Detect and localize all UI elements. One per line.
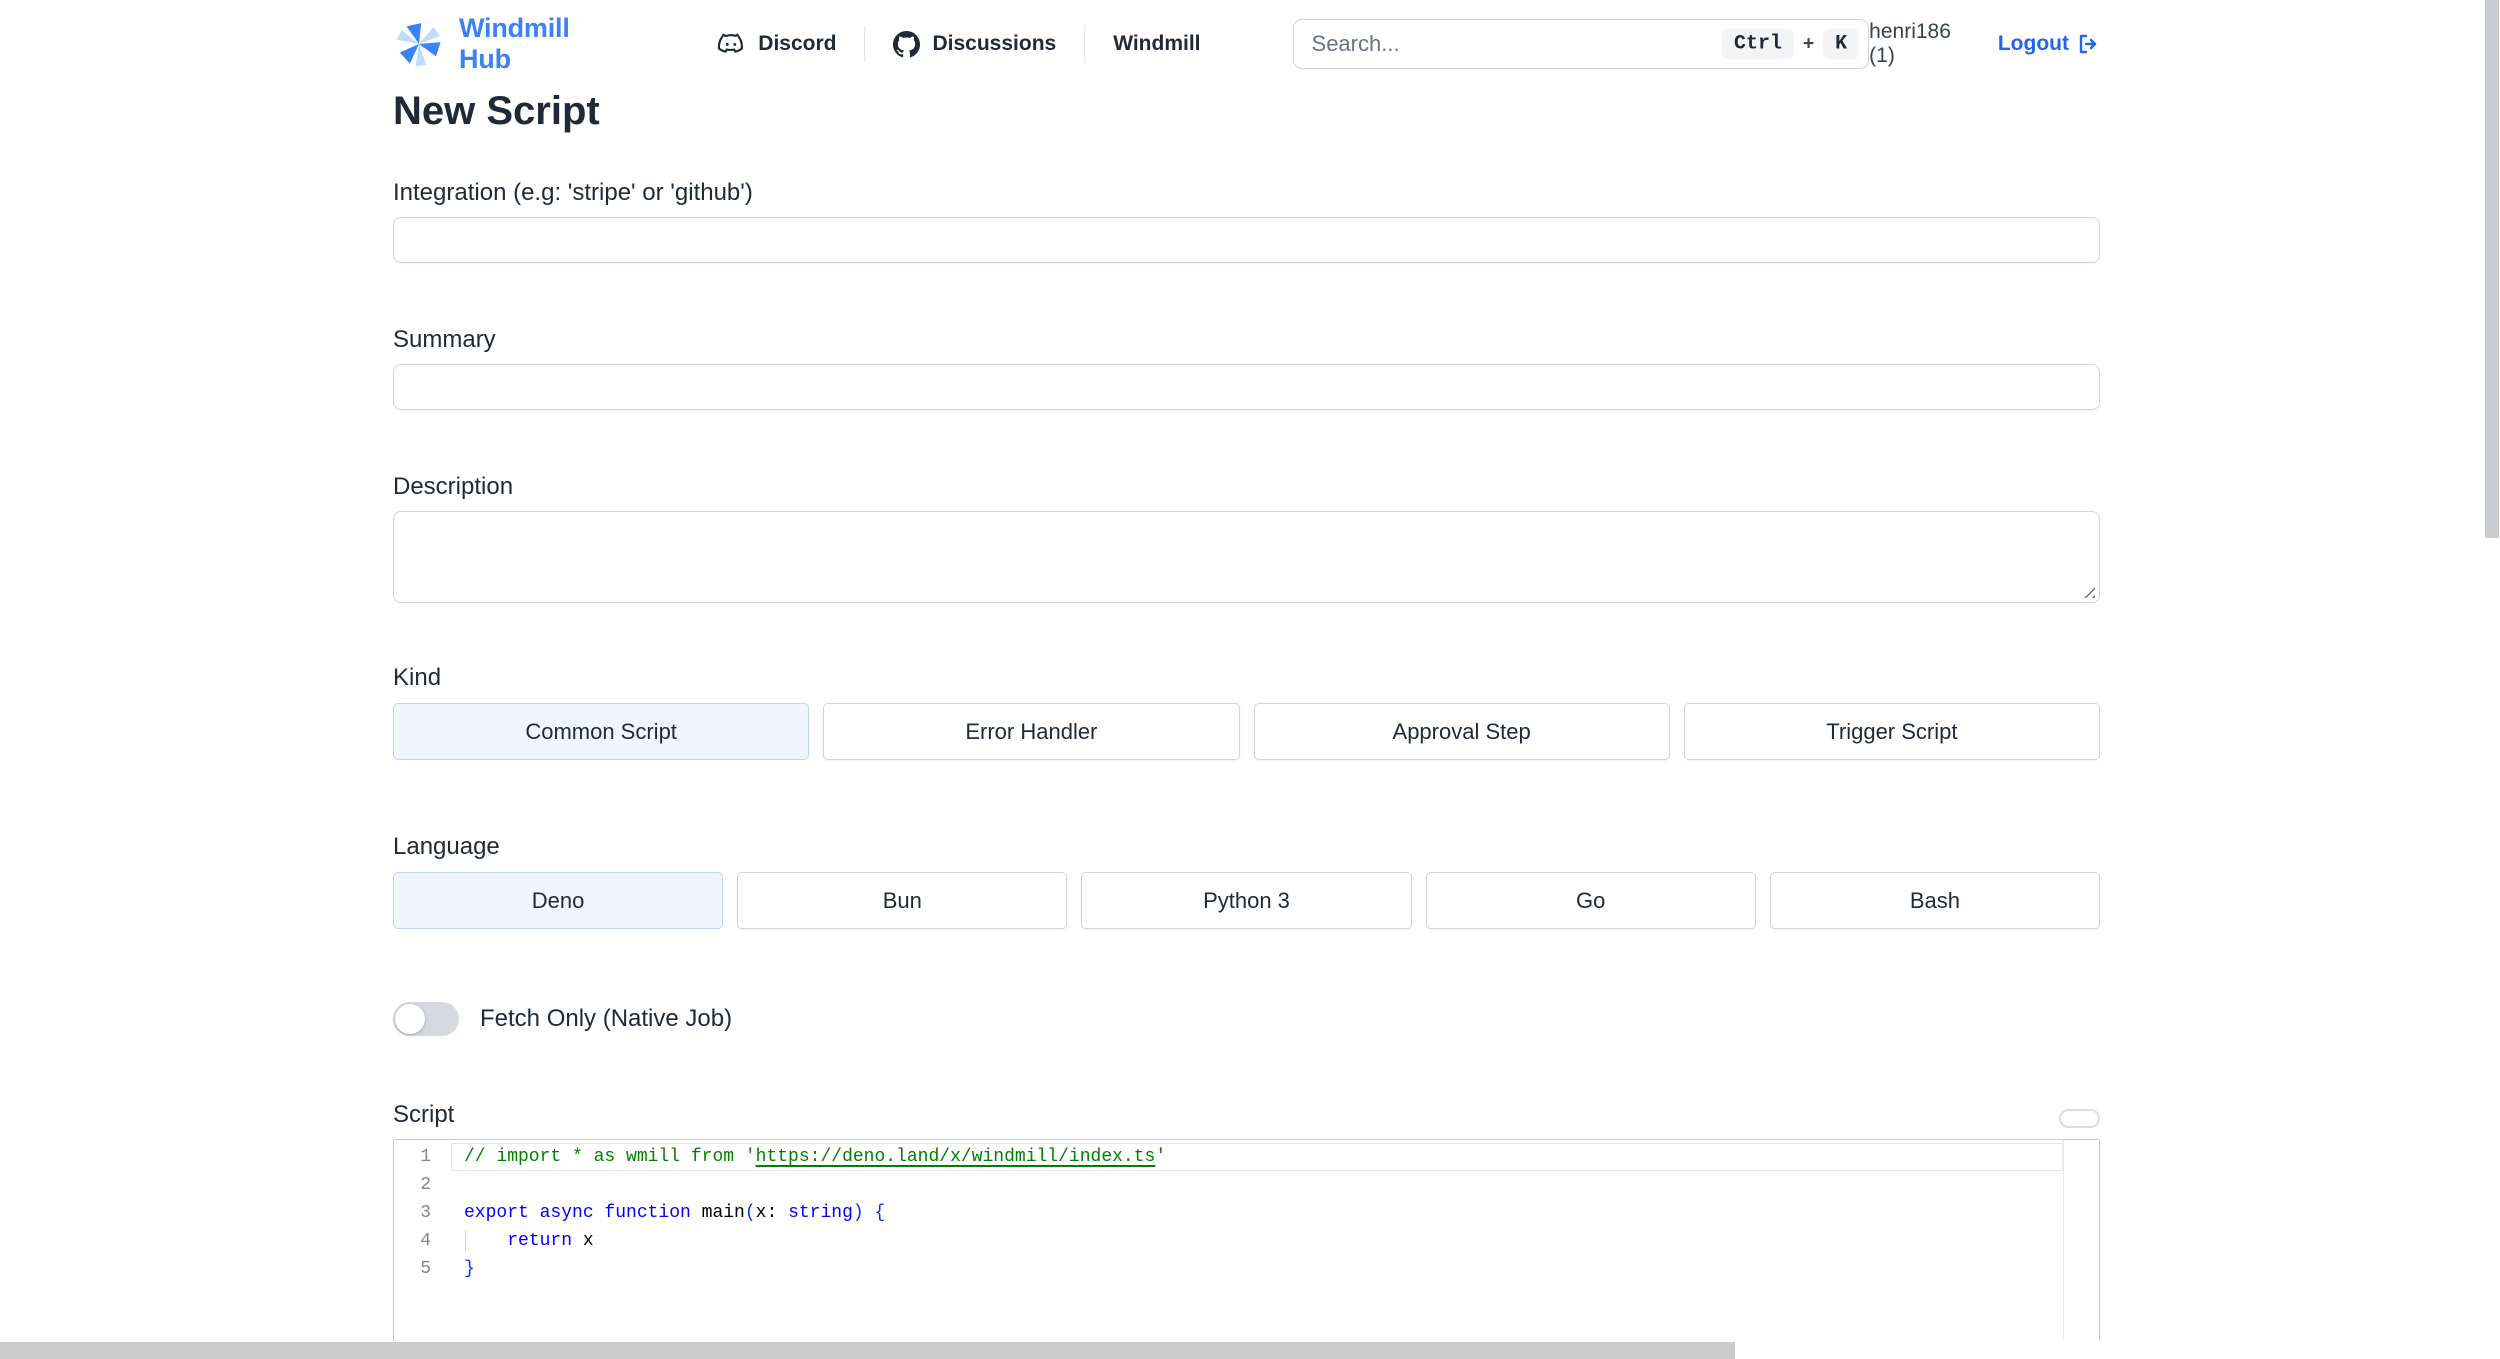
kind-option-trigger-script[interactable]: Trigger Script (1683, 703, 2100, 760)
kind-option-common-script[interactable]: Common Script (393, 703, 810, 760)
kbd-ctrl: Ctrl (1722, 28, 1795, 60)
summary-input[interactable] (393, 364, 2100, 410)
code-line[interactable]: 5} (394, 1255, 2099, 1283)
page-title: New Script (393, 89, 600, 133)
script-label: Script (393, 1101, 455, 1128)
code-line[interactable]: 3 export async function main(x: string) { (394, 1199, 2099, 1227)
nav-item-discussions[interactable]: Discussions (893, 30, 1057, 58)
header: Windmill Hub Discord Discussions Windmill … (393, 0, 2100, 88)
windmill-logo-icon (393, 18, 445, 70)
nav-item-label: Discord (758, 32, 837, 55)
kind-label: Kind (393, 664, 442, 691)
page-horizontal-scrollbar[interactable] (0, 1341, 2484, 1359)
language-option-deno[interactable]: Deno (393, 872, 724, 929)
brand-title: Windmill Hub (459, 13, 570, 74)
script-row: Script (393, 1100, 2100, 1130)
discord-icon (716, 29, 746, 59)
brand[interactable]: Windmill Hub (393, 13, 628, 75)
toggle-knob-icon (395, 1004, 425, 1034)
line-number: 2 (420, 1175, 431, 1195)
nav-item-windmill[interactable]: Windmill (1113, 32, 1200, 56)
nav-divider (864, 26, 866, 62)
code-text: export async function main(x: string) { (464, 1203, 886, 1223)
language-label: Language (393, 833, 500, 860)
code-text: return x (464, 1227, 2099, 1255)
kbd-k: K (1823, 28, 1860, 60)
line-number: 5 (420, 1259, 431, 1279)
logout-icon (2076, 32, 2100, 56)
nav-item-label: Discussions (932, 32, 1057, 55)
kind-options: Common Script Error Handler Approval Step T… (393, 703, 2100, 760)
language-option-go[interactable]: Go (1425, 872, 1756, 929)
code-text: } (464, 1259, 475, 1279)
fetch-only-toggle[interactable] (393, 1002, 459, 1036)
integration-label: Integration (e.g: 'stripe' or 'github') (393, 179, 753, 206)
language-option-bash[interactable]: Bash (1769, 872, 2100, 929)
nav-divider (1084, 26, 1086, 62)
username: henri186 (1) (1869, 20, 1951, 67)
logout-link[interactable]: Logout (1998, 32, 2100, 56)
line-number: 3 (420, 1203, 431, 1223)
search-shortcut: Ctrl + K (1722, 28, 1860, 60)
fetch-only-label: Fetch Only (Native Job) (480, 1005, 733, 1032)
editor-options-pill[interactable] (2059, 1109, 2100, 1128)
description-label: Description (393, 473, 514, 500)
code-line[interactable]: 1 // import * as wmill from 'https://deno… (394, 1143, 2099, 1171)
language-option-python-3[interactable]: Python 3 (1081, 872, 1412, 929)
language-option-bun[interactable]: Bun (737, 872, 1068, 929)
fetch-only-row: Fetch Only (Native Job) (393, 1002, 2100, 1036)
description-textarea[interactable] (393, 511, 2100, 603)
user-area: henri186 (1) Logout (1869, 20, 2100, 68)
kind-option-error-handler[interactable]: Error Handler (823, 703, 1240, 760)
line-number: 4 (420, 1231, 431, 1251)
page-vertical-scrollbar[interactable] (2484, 0, 2500, 1359)
summary-label: Summary (393, 326, 496, 353)
kind-option-approval-step[interactable]: Approval Step (1253, 703, 1670, 760)
code-line[interactable]: 2 (394, 1171, 2099, 1199)
vertical-scrollbar-thumb[interactable] (2485, 0, 2499, 538)
line-number: 1 (420, 1147, 431, 1167)
code-editor[interactable]: 1 // import * as wmill from 'https://deno… (393, 1139, 2100, 1359)
horizontal-scrollbar-thumb[interactable] (0, 1342, 1735, 1359)
nav-item-discord[interactable]: Discord (716, 29, 836, 59)
kbd-plus: + (1803, 33, 1815, 54)
integration-input[interactable] (393, 217, 2100, 263)
code-text: // import * as wmill from 'https://deno.… (464, 1147, 1167, 1167)
language-options: Deno Bun Python 3 Go Bash (393, 872, 2100, 929)
new-script-page: Windmill Hub Discord Discussions Windmill … (0, 0, 2500, 1359)
main-nav: Discord Discussions Windmill (716, 26, 1201, 62)
code-line[interactable]: 4 return x (394, 1227, 2099, 1255)
editor-scrollbar-gutter[interactable] (2063, 1140, 2099, 1359)
nav-item-label: Windmill (1113, 32, 1201, 55)
github-icon (893, 30, 921, 58)
search-box: Ctrl + K (1292, 19, 1870, 69)
logout-label: Logout (1997, 32, 2069, 55)
